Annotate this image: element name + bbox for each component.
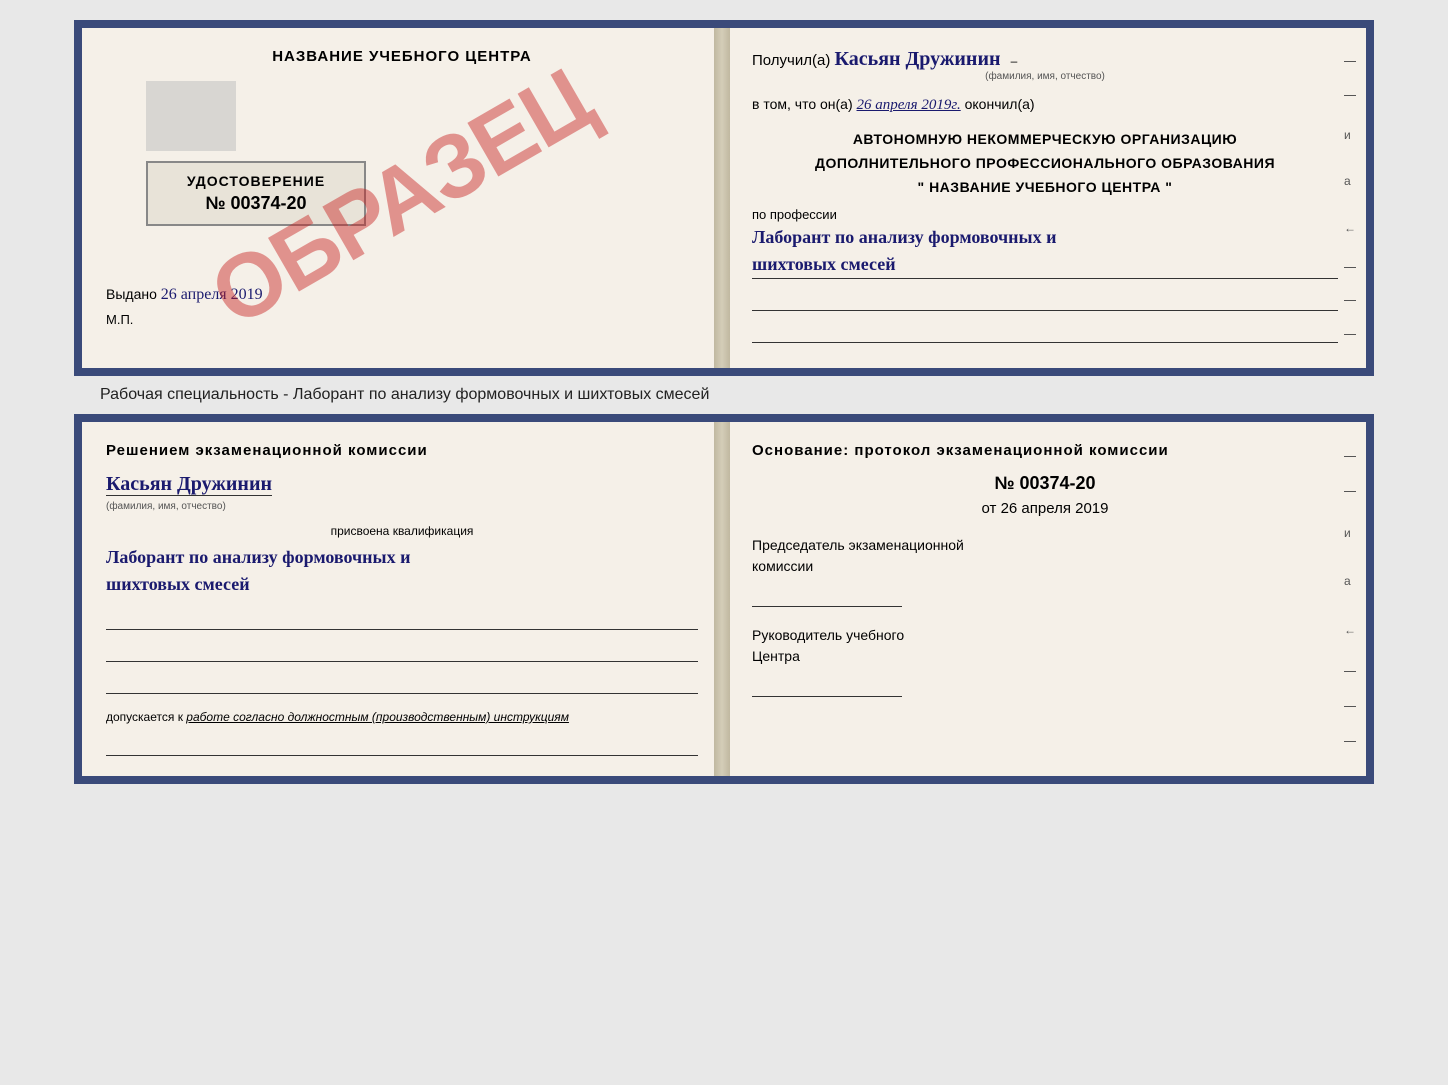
rukovoditel-line2: Центра <box>752 648 800 664</box>
cert-top-left: НАЗВАНИЕ УЧЕБНОГО ЦЕНТРА УДОСТОВЕРЕНИЕ №… <box>82 28 724 368</box>
udostoverenie-num: № 00374-20 <box>164 193 348 214</box>
bottom-underline1 <box>106 608 698 630</box>
photo-placeholder <box>146 81 236 151</box>
side-dash-b2 <box>1344 491 1356 492</box>
kvalif-block: Лаборант по анализу формовочных и шихтов… <box>106 544 698 598</box>
rukovoditel-line1: Руководитель учебного <box>752 627 904 643</box>
familiya-label-bottom: (фамилия, имя, отчество) <box>106 501 226 512</box>
okonchil: окончил(а) <box>965 96 1035 112</box>
vtom-line: в том, что он(а) 26 апреля 2019г. окончи… <box>752 96 1338 114</box>
prof-handwrite: Лаборант по анализу формовочных и шихтов… <box>752 224 1338 279</box>
side-label-b-i: и <box>1344 526 1356 540</box>
underline1 <box>752 289 1338 311</box>
vydano-text: Выдано <box>106 286 157 302</box>
mp-label: М.П. <box>106 312 698 327</box>
dash-after-name: – <box>1011 54 1018 68</box>
cert-bottom-right: Основание: протокол экзаменационной коми… <box>724 422 1366 776</box>
predsedatel-label: Председатель экзаменационной комиссии <box>752 535 1338 577</box>
side-dash-5 <box>1344 334 1356 335</box>
predsedatel-sign-line <box>752 585 902 607</box>
dopusk-text: работе согласно должностным (производств… <box>186 710 569 724</box>
side-label-b-arrow: ← <box>1344 623 1356 637</box>
protocol-num: № 00374-20 <box>752 473 1338 494</box>
prof-line2: шихтовых смесей <box>752 254 896 274</box>
side-label-i: и <box>1344 128 1356 142</box>
org-line3: " НАЗВАНИЕ УЧЕБНОГО ЦЕНТРА " <box>752 176 1338 200</box>
vydano-date: 26 апреля 2019 <box>161 286 263 303</box>
ot-prefix: от <box>982 500 997 517</box>
bottom-underline3 <box>106 672 698 694</box>
side-dashes-top: и а ← <box>1344 48 1356 348</box>
document-container: НАЗВАНИЕ УЧЕБНОГО ЦЕНТРА УДОСТОВЕРЕНИЕ №… <box>20 20 1428 784</box>
side-dash-b4 <box>1344 706 1356 707</box>
prisvoena-label: присвоена квалификация <box>106 524 698 538</box>
predsedatel-line1: Председатель экзаменационной <box>752 537 964 553</box>
resheniem-title: Решением экзаменационной комиссии <box>106 442 698 459</box>
ot-date: от 26 апреля 2019 <box>752 500 1338 517</box>
po-professii: по профессии <box>752 207 1338 222</box>
underline2 <box>752 321 1338 343</box>
bottom-name-block: Касьян Дружинин (фамилия, имя, отчество) <box>106 473 698 514</box>
bottom-underline4 <box>106 734 698 756</box>
poluchil-line: Получил(а) Касьян Дружинин – (фамилия, и… <box>752 48 1338 82</box>
side-dash-b5 <box>1344 741 1356 742</box>
rukovoditel-label: Руководитель учебного Центра <box>752 625 1338 667</box>
cert-bottom: Решением экзаменационной комиссии Касьян… <box>74 414 1374 784</box>
specialty-line: Рабочая специальность - Лаборант по анал… <box>100 386 709 404</box>
predsedatel-line2: комиссии <box>752 558 813 574</box>
bottom-underline2 <box>106 640 698 662</box>
top-left-title: НАЗВАНИЕ УЧЕБНОГО ЦЕНТРА <box>106 48 698 65</box>
cert-top-right: Получил(а) Касьян Дружинин – (фамилия, и… <box>724 28 1366 368</box>
side-dash-b1 <box>1344 456 1356 457</box>
vtom-date: 26 апреля 2019г. <box>857 97 961 113</box>
osnovanie-title: Основание: протокол экзаменационной коми… <box>752 442 1338 459</box>
name-handwrite: Касьян Дружинин <box>835 48 1001 70</box>
cert-bottom-left: Решением экзаменационной комиссии Касьян… <box>82 422 724 776</box>
vtom-prefix: в том, что он(а) <box>752 96 853 112</box>
side-dash-1 <box>1344 61 1356 62</box>
org-line2: ДОПОЛНИТЕЛЬНОГО ПРОФЕССИОНАЛЬНОГО ОБРАЗО… <box>752 152 1338 176</box>
kvalif-handwrite: Лаборант по анализу формовочных и шихтов… <box>106 547 410 594</box>
udostoverenie-label: УДОСТОВЕРЕНИЕ <box>164 173 348 189</box>
kasyan-name-bottom: Касьян Дружинин <box>106 473 272 496</box>
vydano-line: Выдано 26 апреля 2019 <box>106 286 698 304</box>
ot-date-val: 26 апреля 2019 <box>1001 500 1109 517</box>
dopuskaetsya-text: допускается к <box>106 710 183 724</box>
side-label-a: а <box>1344 174 1356 188</box>
side-label-arrow: ← <box>1344 221 1356 235</box>
dopuskaetsya-line: допускается к работе согласно должностны… <box>106 710 698 724</box>
rukovoditel-sign-line <box>752 675 902 697</box>
udostoverenie-box: УДОСТОВЕРЕНИЕ № 00374-20 <box>146 161 366 226</box>
side-label-b-a: а <box>1344 574 1356 588</box>
org-line1: АВТОНОМНУЮ НЕКОММЕРЧЕСКУЮ ОРГАНИЗАЦИЮ <box>752 128 1338 152</box>
side-dashes-bottom: и а ← <box>1344 442 1356 756</box>
kvalif-line2: шихтовых смесей <box>106 574 250 594</box>
side-dash-3 <box>1344 267 1356 268</box>
poluchil-text: Получил(а) <box>752 52 830 69</box>
name-sublabel: (фамилия, имя, отчество) <box>752 71 1338 82</box>
cert-top: НАЗВАНИЕ УЧЕБНОГО ЦЕНТРА УДОСТОВЕРЕНИЕ №… <box>74 20 1374 376</box>
side-dash-2 <box>1344 95 1356 96</box>
kvalif-line1: Лаборант по анализу формовочных и <box>106 547 410 567</box>
org-block: АВТОНОМНУЮ НЕКОММЕРЧЕСКУЮ ОРГАНИЗАЦИЮ ДО… <box>752 128 1338 199</box>
prof-line1: Лаборант по анализу формовочных и <box>752 227 1056 247</box>
side-dash-4 <box>1344 300 1356 301</box>
side-dash-b3 <box>1344 671 1356 672</box>
